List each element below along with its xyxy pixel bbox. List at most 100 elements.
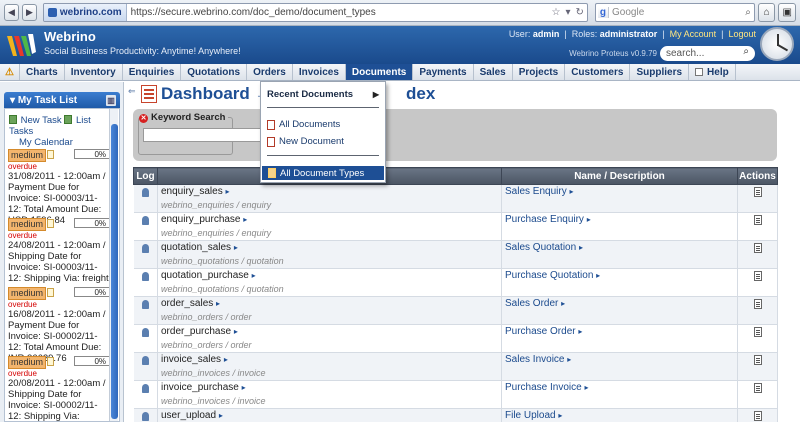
task-item[interactable]: medium 0% overdue 31/08/2011 - 12:00am /… [8, 149, 110, 226]
document-type-description[interactable]: Purchase Quotation ▸ [505, 270, 600, 281]
task-description[interactable]: 24/08/2011 - 12:00am / Shipping Date for… [8, 240, 110, 284]
task-list-header[interactable]: ▾ My Task List ▥ [4, 92, 120, 108]
view-document-icon[interactable] [753, 299, 762, 309]
all-documents-menu-item[interactable]: All Documents [261, 118, 385, 131]
column-log[interactable]: Log [133, 167, 158, 185]
log-user-icon[interactable] [141, 412, 149, 421]
all-document-types-menu-item[interactable]: All Document Types [262, 166, 384, 180]
home-menu-icon[interactable]: ⚠ [0, 64, 20, 80]
log-user-icon[interactable] [141, 356, 149, 365]
log-user-icon[interactable] [141, 328, 149, 337]
document-type-description[interactable]: Sales Order ▸ [505, 298, 565, 309]
view-document-icon[interactable] [753, 411, 762, 421]
close-filter-icon[interactable]: ✕ [139, 114, 148, 123]
new-task-icon [9, 115, 17, 124]
priority-badge: medium [8, 287, 47, 300]
my-account-link[interactable]: My Account [670, 29, 717, 39]
forward-button[interactable]: ▶ [21, 4, 37, 21]
search-icon[interactable]: ⌕ [743, 46, 749, 57]
task-item[interactable]: medium 0% overdue 20/08/2011 - 12:00am /… [8, 356, 110, 421]
document-type-name[interactable]: enquiry_sales ▸ [161, 185, 501, 199]
column-name-description[interactable]: Name / Description [501, 167, 738, 185]
task-item[interactable]: medium 0% overdue 16/08/2011 - 12:00am /… [8, 287, 110, 364]
document-type-description[interactable]: Sales Enquiry ▸ [505, 186, 574, 197]
task-item[interactable]: medium 0% overdue 24/08/2011 - 12:00am /… [8, 218, 110, 284]
edit-note-icon[interactable] [47, 288, 55, 297]
sidebar-scrollbar[interactable] [109, 109, 118, 421]
document-type-name[interactable]: user_upload ▸ [161, 409, 501, 422]
log-user-icon[interactable] [141, 244, 149, 253]
document-type-name[interactable]: quotation_sales ▸ [161, 241, 501, 255]
dropdown-arrow-icon[interactable]: ▾ [565, 7, 570, 18]
collapse-sidebar-icon[interactable]: ⇐ [128, 86, 138, 98]
document-type-description[interactable]: Purchase Invoice ▸ [505, 382, 589, 393]
menu-payments[interactable]: Payments [413, 64, 474, 80]
table-row: quotation_sales ▸ webrino_quotations / qu… [133, 240, 778, 269]
addon-icon[interactable]: ▣ [778, 3, 796, 22]
documents-dropdown-menu: Recent Documents ▶ All Documents New Docu… [260, 81, 386, 183]
menu-customers[interactable]: Customers [565, 64, 631, 80]
document-type-name[interactable]: order_sales ▸ [161, 297, 501, 311]
overdue-label: overdue [8, 231, 37, 240]
document-type-name[interactable]: quotation_purchase ▸ [161, 269, 501, 283]
search-engine-icon[interactable]: g [597, 7, 610, 18]
menu-help[interactable]: Help [689, 64, 736, 80]
document-type-name[interactable]: order_purchase ▸ [161, 325, 501, 339]
document-type-name[interactable]: invoice_purchase ▸ [161, 381, 501, 395]
task-description[interactable]: 20/08/2011 - 12:00am / Shipping Date for… [8, 378, 110, 421]
document-type-description[interactable]: File Upload ▸ [505, 410, 562, 421]
document-type-description[interactable]: Sales Quotation ▸ [505, 242, 583, 253]
menu-invoices[interactable]: Invoices [293, 64, 346, 80]
view-document-icon[interactable] [753, 271, 762, 281]
log-user-icon[interactable] [141, 216, 149, 225]
menu-charts[interactable]: Charts [20, 64, 65, 80]
menu-inventory[interactable]: Inventory [65, 64, 123, 80]
site-search-input[interactable]: search... ⌕ [660, 46, 755, 61]
submenu-arrow-icon: ▶ [372, 90, 379, 99]
scrollbar-thumb[interactable] [111, 124, 118, 419]
logout-link[interactable]: Logout [728, 29, 756, 39]
log-user-icon[interactable] [141, 300, 149, 309]
bookmark-star-icon[interactable]: ☆ [552, 7, 561, 18]
document-types-icon [268, 168, 276, 178]
log-user-icon[interactable] [141, 188, 149, 197]
home-icon[interactable]: ⌂ [757, 3, 776, 22]
menu-sales[interactable]: Sales [474, 64, 513, 80]
view-document-icon[interactable] [753, 327, 762, 337]
menu-quotations[interactable]: Quotations [181, 64, 248, 80]
view-document-icon[interactable] [753, 187, 762, 197]
log-user-icon[interactable] [141, 384, 149, 393]
back-button[interactable]: ◀ [4, 4, 19, 21]
my-calendar-link[interactable]: My Calendar [9, 137, 73, 148]
site-identity-badge[interactable]: webrino.com [43, 4, 127, 21]
menu-suppliers[interactable]: Suppliers [630, 64, 690, 80]
browser-search-field[interactable]: g Google ⌕ [594, 3, 755, 22]
menu-documents[interactable]: Documents [345, 64, 414, 80]
view-document-icon[interactable] [753, 215, 762, 225]
new-document-menu-item[interactable]: New Document [261, 135, 385, 148]
menu-projects[interactable]: Projects [513, 64, 566, 80]
log-user-icon[interactable] [141, 272, 149, 281]
page-title-tail: dex [406, 84, 436, 103]
view-document-icon[interactable] [753, 355, 762, 365]
view-document-icon[interactable] [753, 383, 762, 393]
document-type-description[interactable]: Purchase Enquiry ▸ [505, 214, 591, 225]
document-type-description[interactable]: Purchase Order ▸ [505, 326, 582, 337]
reload-icon[interactable]: ↻ [576, 7, 584, 18]
menu-orders[interactable]: Orders [247, 64, 293, 80]
document-type-name[interactable]: enquiry_purchase ▸ [161, 213, 501, 227]
edit-note-icon[interactable] [47, 150, 55, 159]
document-type-description[interactable]: Sales Invoice ▸ [505, 354, 571, 365]
menu-enquiries[interactable]: Enquiries [123, 64, 182, 80]
recent-documents-menu-item[interactable]: Recent Documents ▶ [261, 88, 385, 101]
new-task-link[interactable]: New Task [9, 115, 62, 126]
address-bar[interactable]: webrino.com https://secure.webrino.com/d… [42, 3, 588, 22]
document-title-icon [141, 85, 157, 103]
keyword-search-input[interactable] [143, 128, 271, 142]
document-type-name[interactable]: invoice_sales ▸ [161, 353, 501, 367]
edit-note-icon[interactable] [47, 357, 55, 366]
view-document-icon[interactable] [753, 243, 762, 253]
search-icon[interactable]: ⌕ [745, 7, 754, 18]
edit-note-icon[interactable] [47, 219, 55, 228]
trash-icon[interactable]: ▥ [106, 94, 116, 106]
